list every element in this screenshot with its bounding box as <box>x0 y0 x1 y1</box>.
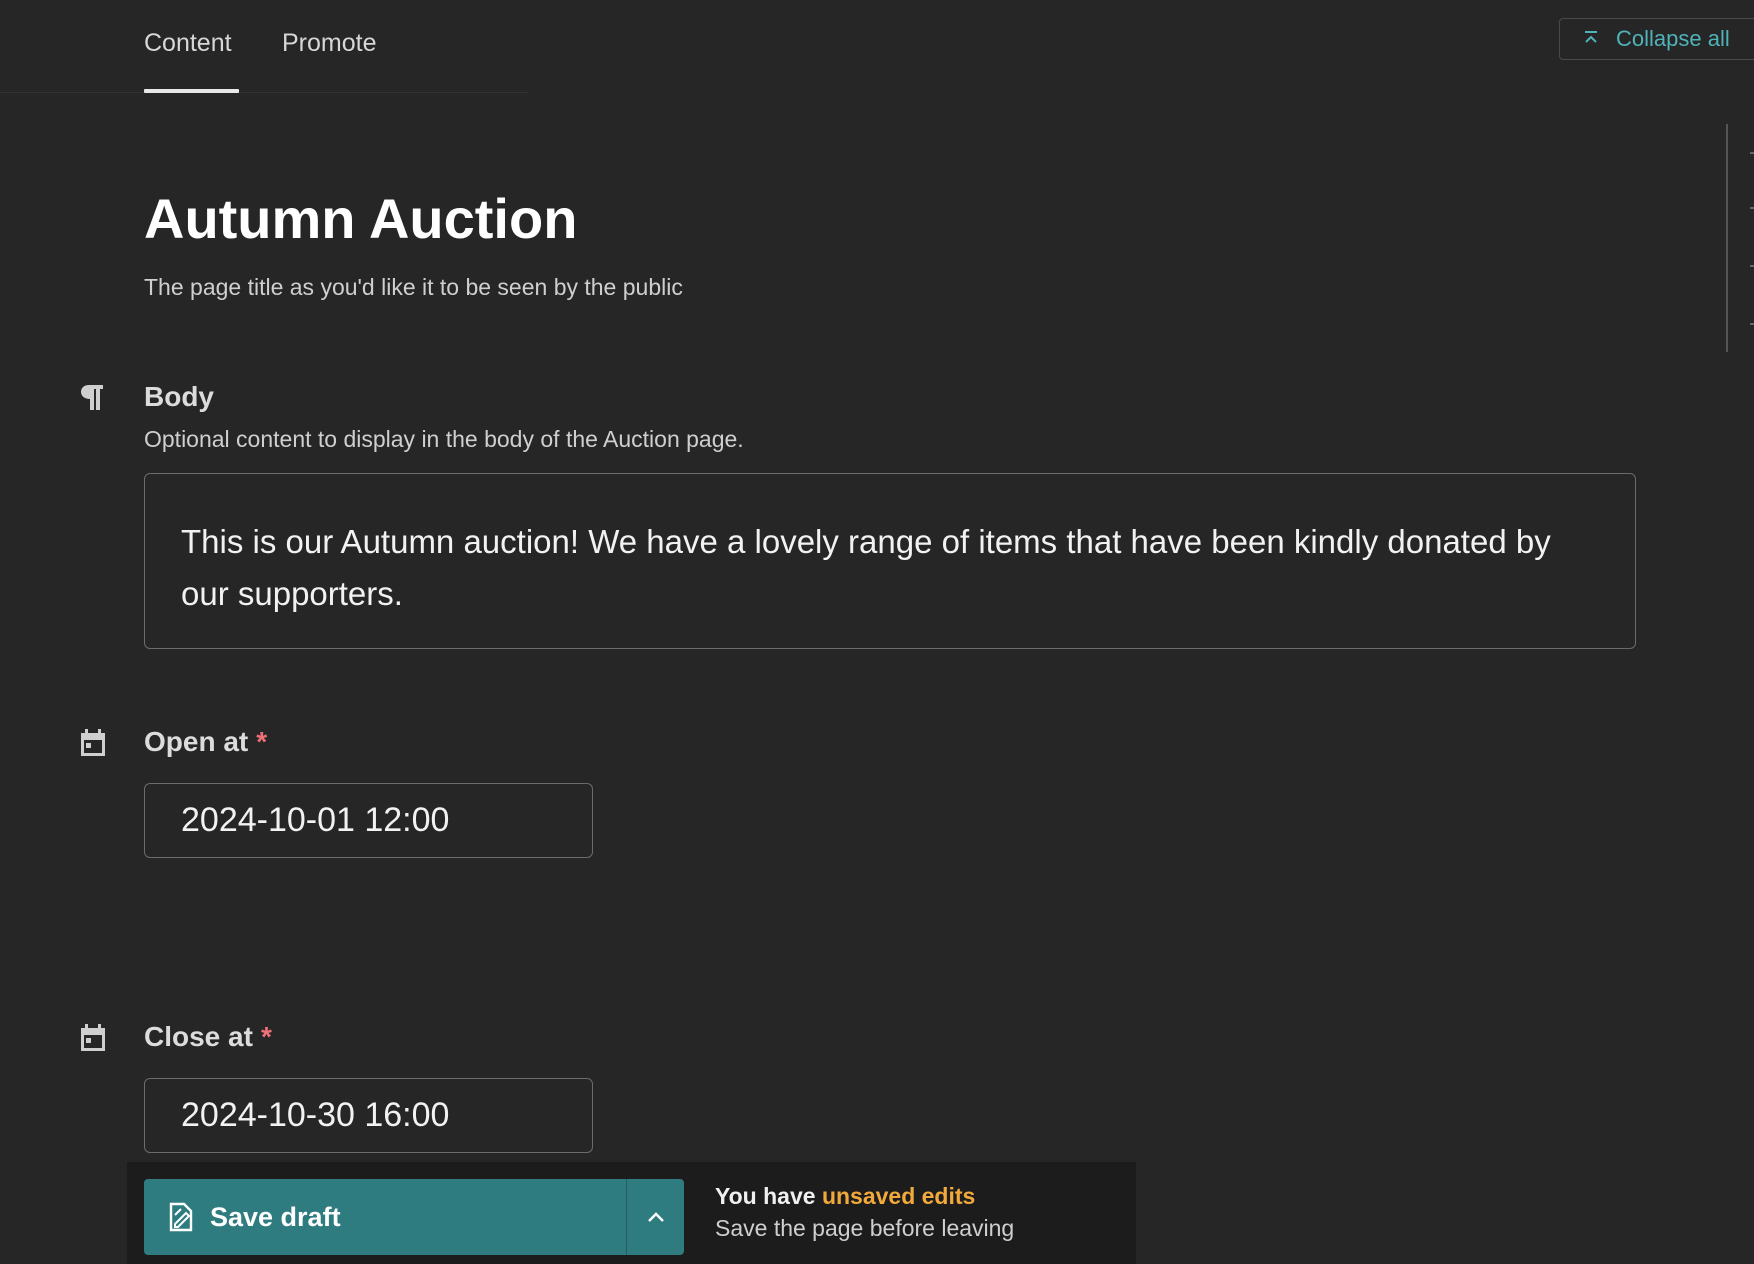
unsaved-subtext: Save the page before leaving <box>715 1215 1015 1241</box>
save-draft-label: Save draft <box>210 1201 341 1232</box>
close-at-label-text: Close at <box>144 1021 253 1052</box>
collapse-up-icon <box>1585 31 1597 43</box>
close-at-input[interactable]: 2024-10-30 16:00 <box>144 1078 593 1153</box>
page-title-help: The page title as you'd like it to be se… <box>144 274 683 300</box>
page-title[interactable]: Autumn Auction <box>144 186 577 251</box>
unsaved-highlight: unsaved edits <box>821 1183 976 1209</box>
body-help: Optional content to display in the body … <box>144 426 744 452</box>
open-at-label-text: Open at <box>144 726 249 757</box>
pilcrow-icon <box>81 385 103 410</box>
collapse-all-label: Collapse all <box>1616 26 1730 51</box>
open-at-label: Open at * <box>144 726 267 758</box>
body-editor[interactable]: This is our Autumn auction! We have a lo… <box>144 473 1636 649</box>
calendar-icon <box>81 729 105 756</box>
unsaved-status: You have unsaved edits <box>715 1183 975 1210</box>
chevron-up-icon <box>647 1212 664 1222</box>
save-draft-button[interactable]: Save draft <box>144 1179 626 1255</box>
minimap-item[interactable] <box>1750 323 1754 325</box>
more-actions-toggle[interactable] <box>627 1179 684 1255</box>
tab-bar: Content Promote <box>0 0 528 93</box>
page-editor: Content Promote Collapse all Autumn Auct… <box>0 0 1754 1264</box>
required-mark: * <box>256 726 268 757</box>
unsaved-prefix: You have <box>715 1183 822 1209</box>
minimap-track <box>1726 124 1728 352</box>
active-tab-indicator <box>144 89 239 93</box>
collapse-all-button[interactable]: Collapse all <box>1559 18 1754 60</box>
minimap-item[interactable] <box>1750 152 1754 154</box>
minimap-item[interactable] <box>1750 265 1754 267</box>
close-at-label: Close at * <box>144 1021 272 1053</box>
tab-promote[interactable]: Promote <box>282 29 376 58</box>
tab-content[interactable]: Content <box>144 29 232 58</box>
open-at-input[interactable]: 2024-10-01 12:00 <box>144 783 593 858</box>
required-mark: * <box>260 1021 272 1052</box>
body-label: Body <box>144 381 214 412</box>
minimap-item[interactable] <box>1750 207 1754 209</box>
calendar-icon <box>81 1024 105 1051</box>
document-edit-icon <box>169 1202 193 1232</box>
